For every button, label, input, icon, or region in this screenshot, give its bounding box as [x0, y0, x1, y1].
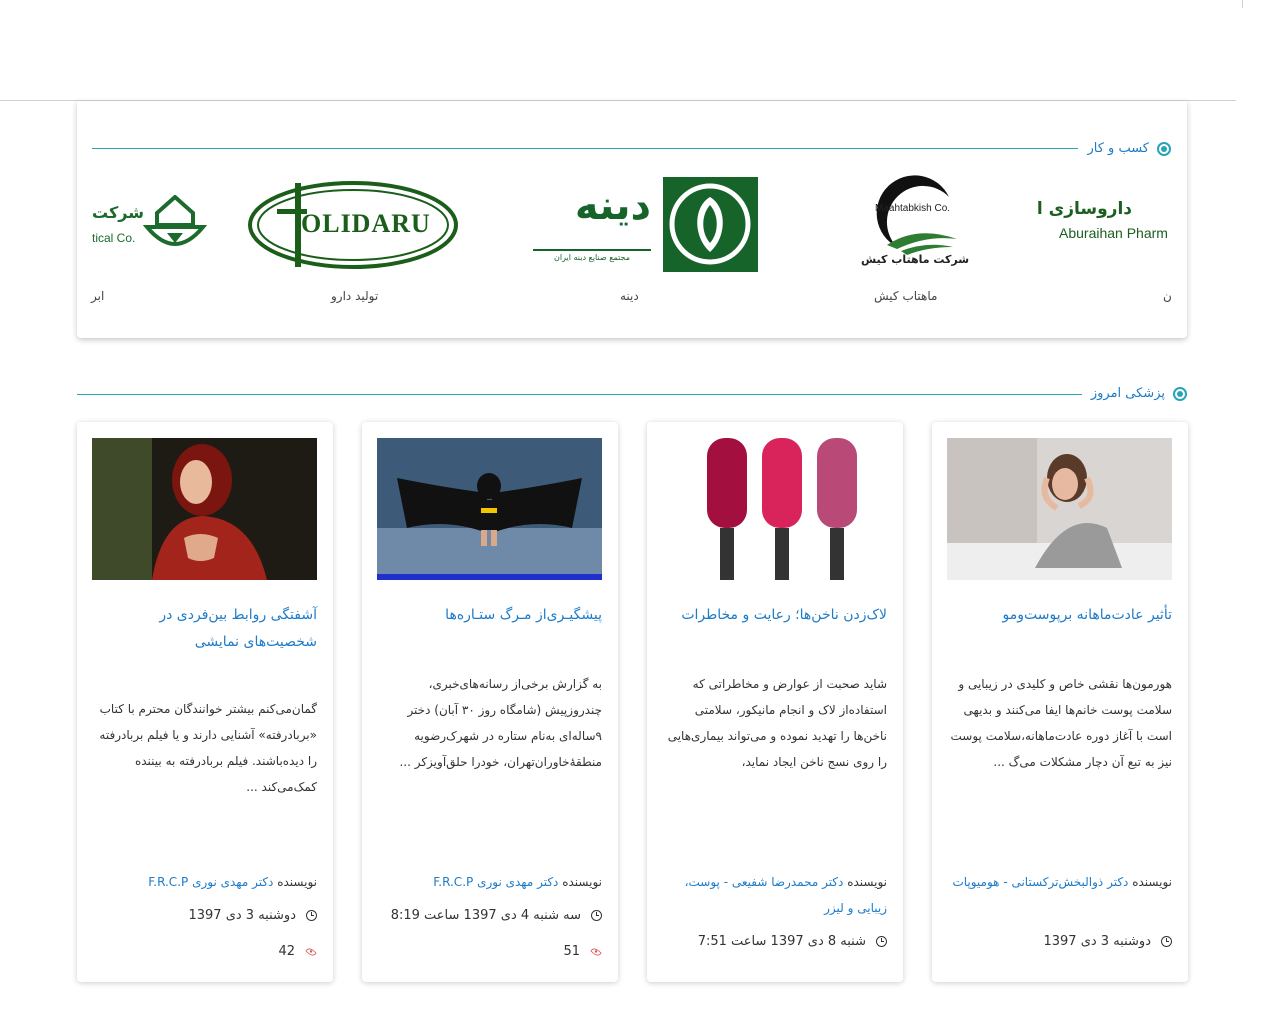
logo-caption-tolidaru: تولید دارو: [331, 289, 379, 303]
pharmaceutical-logo: شرکت tical Co.: [92, 195, 207, 255]
article-thumbnail[interactable]: [377, 438, 602, 580]
eye-icon: [590, 945, 602, 958]
business-logo-carousel[interactable]: داروسازی ابوریحان Aburaihan Pharm ن Maah…: [77, 169, 1187, 319]
author-label: نویسنده: [277, 875, 317, 889]
article-title-link[interactable]: پیشگیـری‌از مـرگ ستـاره‌ها: [377, 602, 602, 629]
clock-icon: [591, 910, 602, 921]
logo-item-dineh[interactable]: دینه مجتمع صنایع دینه ایران دینه: [527, 169, 767, 309]
leaf-emblem-icon: [669, 183, 751, 265]
article-views: 42: [92, 944, 317, 959]
author-label: نویسنده: [847, 875, 887, 889]
article-title-link[interactable]: آشفتگی روابط بین‌فردی در شخصیت‌های نمایش…: [92, 602, 317, 656]
medicine-section-title: پزشکی امروز: [1090, 386, 1165, 401]
batgirl-image: [377, 438, 602, 580]
clock-icon: [306, 910, 317, 921]
article-author: نویسنده دکتر مهدی نوری F.R.C.P: [92, 869, 317, 895]
tolidaru-logo: OLIDARU: [247, 179, 459, 271]
business-section-title: کسب و کار: [1087, 141, 1149, 156]
article-grid: تأثیر عادت‌ماهانه برپوست‌ومو هورمون‌ها ن…: [77, 422, 1188, 982]
article-card[interactable]: آشفتگی روابط بین‌فردی در شخصیت‌های نمایش…: [77, 422, 333, 982]
author-label: نویسنده: [1132, 875, 1172, 889]
article-date: دوشنبه 3 دی 1397: [947, 934, 1172, 949]
article-thumbnail[interactable]: [947, 438, 1172, 580]
logo-item-maahtabkish[interactable]: Maahtabkish Co. شرکت ماهتاب کیش ماهتاب ک…: [847, 169, 977, 309]
logo-caption-aburaihan: ن: [1163, 289, 1172, 303]
article-author: نویسنده دکتر مهدی نوری F.R.C.P: [377, 869, 602, 895]
eye-icon: [305, 945, 317, 958]
logo-item-aburaihan[interactable]: داروسازی ابوریحان Aburaihan Pharm ن: [1037, 169, 1187, 309]
article-excerpt: گمان‌می‌کنم بیشتر خوانندگان محترم با کتا…: [99, 702, 317, 794]
article-excerpt: شاید صحبت از عوارض و مخاطراتی که استفاده…: [667, 677, 887, 769]
article-title-link[interactable]: لاک‌زدن ناخن‌ها؛ رعایت و مخاطرات: [662, 602, 887, 629]
maahtabkish-logo: Maahtabkish Co. شرکت ماهتاب کیش: [857, 175, 969, 271]
article-excerpt: هورمون‌ها نقشی خاص و کلیدی در زیبایی و س…: [950, 677, 1173, 769]
article-card[interactable]: پیشگیـری‌از مـرگ ستـاره‌ها به گزارش برخی…: [362, 422, 618, 982]
author-label: نویسنده: [562, 875, 602, 889]
article-author: نویسنده دکتر محمدرضا شفیعی - پوست، زیبای…: [662, 869, 887, 921]
dineh-wordmark: دینه مجتمع صنایع دینه ایران: [531, 183, 651, 273]
top-header-bar: [0, 0, 1236, 101]
logo-caption-maahtabkish: ماهتاب کیش: [874, 289, 938, 303]
nail-polish-image: [662, 438, 887, 580]
business-card: کسب و کار داروسازی ابوریحان Aburaihan Ph…: [77, 101, 1187, 338]
logo-caption-pharmaceutical: ابر: [91, 289, 105, 303]
author-name-link[interactable]: دکتر مهدی نوری F.R.C.P: [433, 875, 558, 889]
house-emblem-icon: [143, 195, 207, 246]
article-excerpt: به گزارش برخی‌از رسانه‌های‌خبری، چندروزپ…: [399, 677, 602, 769]
business-section-divider: [92, 148, 1078, 149]
article-card[interactable]: تأثیر عادت‌ماهانه برپوست‌ومو هورمون‌ها ن…: [932, 422, 1188, 982]
woman-headache-image: [947, 438, 1172, 580]
article-thumbnail[interactable]: [662, 438, 887, 580]
article-card[interactable]: لاک‌زدن ناخن‌ها؛ رعایت و مخاطرات شاید صح…: [647, 422, 903, 982]
article-date: دوشنبه 3 دی 1397: [92, 908, 317, 923]
article-thumbnail[interactable]: [92, 438, 317, 580]
author-name-link[interactable]: دکتر ذوالبخش‌ترکستانی - هومیوپات: [952, 875, 1128, 889]
target-icon: [1173, 386, 1187, 401]
scrollbar-edge: [1242, 0, 1243, 8]
target-icon: [1157, 141, 1171, 156]
logo-item-tolidaru[interactable]: OLIDARU تولید دارو: [247, 169, 459, 309]
logo-item-pharmaceutical[interactable]: شرکت tical Co. ابر: [77, 169, 217, 309]
medicine-section-divider: [77, 394, 1082, 395]
dineh-emblem: [663, 177, 758, 272]
logo-caption-dineh: دینه: [620, 289, 639, 303]
article-title-link[interactable]: تأثیر عادت‌ماهانه برپوست‌ومو: [947, 602, 1172, 629]
article-views: 51: [377, 944, 602, 959]
clock-icon: [876, 936, 887, 947]
medicine-section-header: پزشکی امروز: [1091, 386, 1187, 401]
article-date: شنبه 8 دی 1397 ساعت 7:51: [662, 934, 887, 949]
author-name-link[interactable]: دکتر مهدی نوری F.R.C.P: [148, 875, 273, 889]
clock-icon: [1161, 936, 1172, 947]
article-author: نویسنده دکتر ذوالبخش‌ترکستانی - هومیوپات: [947, 869, 1172, 895]
business-section-header: کسب و کار: [1087, 141, 1171, 156]
scarlett-ohara-image: [92, 438, 317, 580]
aburaihan-logo: داروسازی ابوریحان Aburaihan Pharm: [1037, 199, 1168, 241]
article-date: سه شنبه 4 دی 1397 ساعت 8:19: [377, 908, 602, 923]
